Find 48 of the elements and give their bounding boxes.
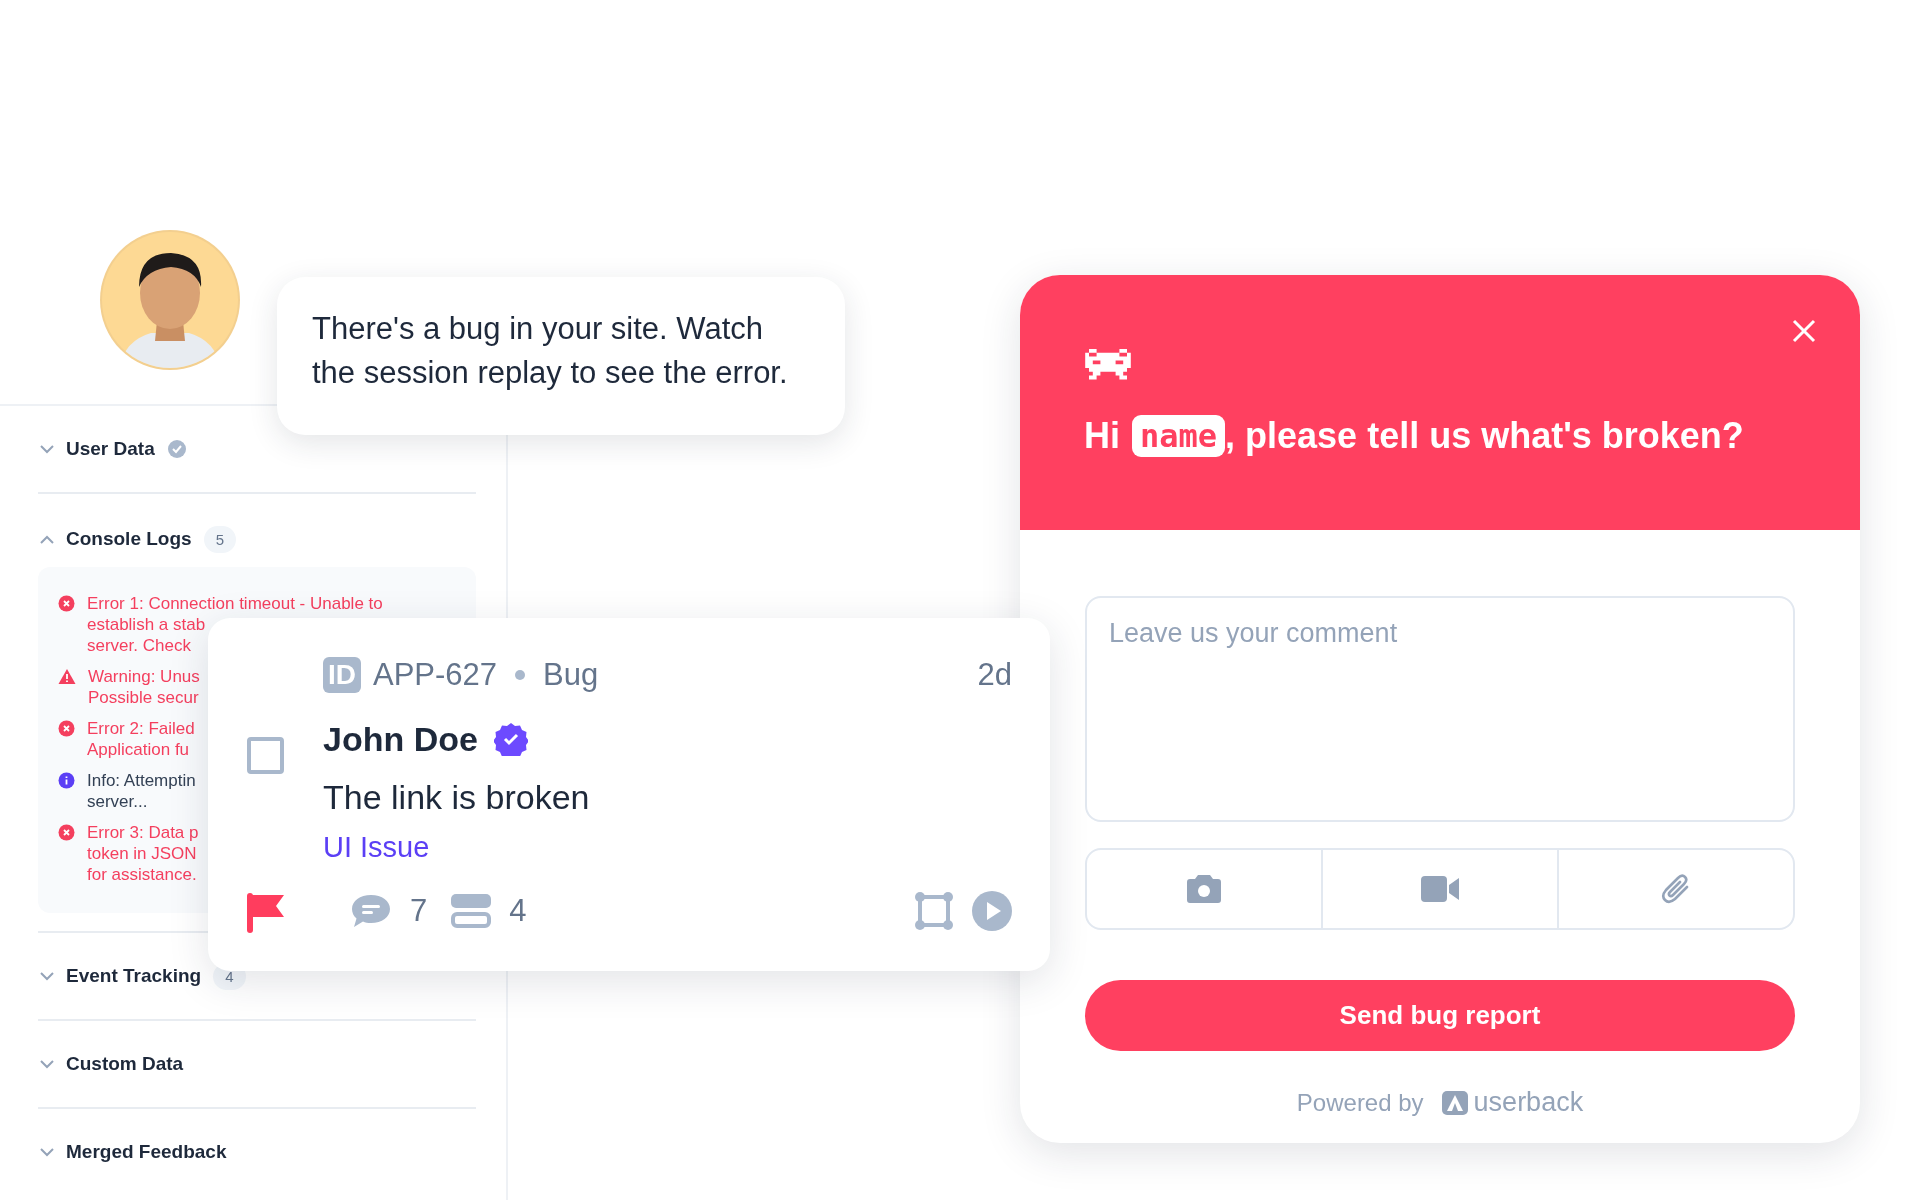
checkbox[interactable] xyxy=(247,737,284,774)
section-title[interactable]: Merged Feedback xyxy=(66,1141,227,1163)
close-icon[interactable] xyxy=(1792,319,1816,343)
warning-icon xyxy=(58,668,76,685)
comment-icon[interactable] xyxy=(350,893,392,929)
issue-id: APP-627 xyxy=(373,657,498,693)
name-token: name xyxy=(1132,415,1226,457)
log-message: Error 2: Failed Application fu xyxy=(87,718,195,760)
comment-field[interactable]: Leave us your comment xyxy=(1085,596,1795,822)
log-message: Info: Attemptin server... xyxy=(87,770,196,812)
section-title[interactable]: User Data xyxy=(66,438,155,460)
comment-count: 7 xyxy=(410,893,428,929)
chevron-down-icon[interactable] xyxy=(40,971,54,981)
issue-age: 2d xyxy=(977,657,1012,693)
separator-dot-icon xyxy=(515,670,526,680)
section-title[interactable]: Event Tracking xyxy=(66,965,202,987)
greeting-text: Hi xyxy=(1084,415,1120,457)
issue-type: Bug xyxy=(543,657,599,693)
chevron-down-icon[interactable] xyxy=(40,1147,54,1157)
video-camera-icon xyxy=(1421,876,1459,902)
brand-logo-icon xyxy=(1441,1090,1468,1115)
camera-icon xyxy=(1187,875,1221,903)
id-badge: ID xyxy=(323,657,361,693)
paperclip-icon xyxy=(1661,873,1691,905)
issue-tag[interactable]: UI Issue xyxy=(323,831,430,863)
issue-card[interactable]: ID APP-627 Bug 2d John Doe The link is broken UI Issue 7 4 xyxy=(208,618,1050,971)
log-message: Error 3: Data p token in JSON for assistance. xyxy=(87,822,199,885)
error-icon xyxy=(58,595,75,612)
greeting-text: , please tell us what's broken? xyxy=(1225,415,1744,457)
chevron-down-icon[interactable] xyxy=(40,1059,54,1069)
chevron-up-icon[interactable] xyxy=(40,534,54,544)
play-icon[interactable] xyxy=(972,891,1012,931)
section-title[interactable]: Custom Data xyxy=(66,1053,184,1075)
message-text: There's a bug in your site. Watch the session replay to see the error. xyxy=(312,310,789,392)
info-icon xyxy=(58,772,75,789)
layer-count: 4 xyxy=(509,893,527,929)
count-badge: 5 xyxy=(203,525,236,553)
author-name: John Doe xyxy=(323,719,478,759)
issue-title: The link is broken xyxy=(323,777,591,818)
chevron-down-icon[interactable] xyxy=(40,444,54,454)
flag-icon[interactable] xyxy=(247,893,285,933)
log-message: Warning: Unus Possible secur xyxy=(88,666,200,708)
section-title[interactable]: Console Logs xyxy=(66,528,192,550)
error-icon xyxy=(58,824,75,841)
stack-icon[interactable] xyxy=(451,894,492,928)
crop-icon[interactable] xyxy=(914,891,954,931)
error-icon xyxy=(58,720,75,737)
powered-by-text: Powered by xyxy=(1296,1088,1424,1117)
